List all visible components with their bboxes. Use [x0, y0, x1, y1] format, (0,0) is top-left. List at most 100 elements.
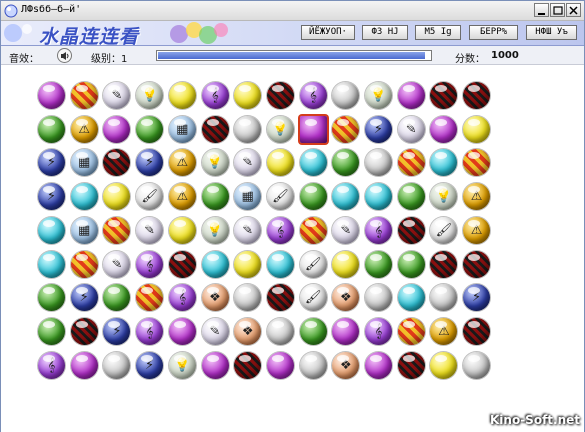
game-tile[interactable] [70, 182, 99, 211]
game-tile[interactable] [233, 81, 262, 110]
game-tile[interactable]: ⚡ [37, 182, 66, 211]
game-tile[interactable]: 🖌 [299, 283, 328, 312]
game-tile[interactable] [429, 148, 458, 177]
game-tile[interactable] [429, 115, 458, 144]
menu-button-5[interactable]: НФШ Уъ [526, 25, 577, 40]
game-tile[interactable]: 𝄞 [299, 81, 328, 110]
game-tile[interactable]: ⚠ [168, 182, 197, 211]
game-tile[interactable]: 𝄞 [201, 81, 230, 110]
game-tile[interactable] [201, 182, 230, 211]
close-button[interactable] [566, 3, 581, 17]
game-tile[interactable] [299, 148, 328, 177]
game-tile[interactable]: 💡 [266, 115, 295, 144]
game-tile[interactable]: 𝄞 [266, 216, 295, 245]
game-tile[interactable] [70, 351, 99, 380]
game-tile[interactable]: ✎ [397, 115, 426, 144]
game-tile[interactable]: ❖ [331, 351, 360, 380]
game-tile[interactable] [397, 216, 426, 245]
game-tile[interactable] [102, 283, 131, 312]
game-tile[interactable] [266, 351, 295, 380]
game-tile[interactable]: ⚠ [70, 115, 99, 144]
game-tile[interactable] [462, 317, 491, 346]
game-tile[interactable]: ✎ [102, 81, 131, 110]
game-tile[interactable]: ⚡ [462, 283, 491, 312]
game-tile[interactable]: 💡 [135, 81, 164, 110]
game-tile[interactable] [102, 182, 131, 211]
game-tile[interactable] [37, 115, 66, 144]
game-tile[interactable]: ✎ [102, 250, 131, 279]
game-tile[interactable] [37, 216, 66, 245]
game-tile[interactable]: ❖ [233, 317, 262, 346]
game-tile[interactable] [331, 81, 360, 110]
maximize-button[interactable] [550, 3, 565, 17]
game-tile[interactable] [70, 250, 99, 279]
game-tile[interactable]: ⚡ [135, 351, 164, 380]
game-tile[interactable]: 𝄞 [364, 216, 393, 245]
game-tile[interactable] [266, 250, 295, 279]
game-tile[interactable] [331, 317, 360, 346]
game-tile[interactable] [201, 250, 230, 279]
game-tile[interactable] [397, 148, 426, 177]
game-tile[interactable] [397, 250, 426, 279]
game-tile[interactable]: 𝄞 [168, 283, 197, 312]
game-tile[interactable] [364, 283, 393, 312]
game-tile[interactable]: ⚡ [70, 283, 99, 312]
game-tile[interactable]: 💡 [364, 81, 393, 110]
game-tile[interactable] [397, 317, 426, 346]
game-tile[interactable] [266, 283, 295, 312]
game-tile[interactable]: ▦ [233, 182, 262, 211]
game-tile[interactable]: ⚠ [462, 182, 491, 211]
game-tile[interactable] [397, 81, 426, 110]
game-tile[interactable] [37, 317, 66, 346]
game-tile[interactable]: ✎ [135, 216, 164, 245]
game-tile[interactable] [364, 250, 393, 279]
game-tile[interactable]: 💡 [429, 182, 458, 211]
game-tile[interactable] [70, 317, 99, 346]
game-tile[interactable] [364, 182, 393, 211]
game-tile[interactable] [135, 283, 164, 312]
game-tile[interactable] [266, 317, 295, 346]
game-tile[interactable]: 🖌 [135, 182, 164, 211]
game-tile[interactable] [102, 216, 131, 245]
game-tile[interactable] [462, 351, 491, 380]
game-tile[interactable]: ▦ [70, 216, 99, 245]
game-tile[interactable] [429, 250, 458, 279]
sound-toggle[interactable] [57, 48, 72, 63]
game-tile[interactable]: ▦ [168, 115, 197, 144]
game-tile[interactable] [37, 250, 66, 279]
game-tile[interactable] [331, 250, 360, 279]
game-tile[interactable] [233, 250, 262, 279]
game-tile[interactable]: ✎ [331, 216, 360, 245]
game-tile[interactable] [331, 182, 360, 211]
game-tile[interactable] [299, 115, 328, 144]
game-tile[interactable] [331, 115, 360, 144]
game-tile[interactable]: ⚡ [102, 317, 131, 346]
game-tile[interactable]: ⚠ [168, 148, 197, 177]
game-tile[interactable] [462, 115, 491, 144]
game-tile[interactable]: ✎ [233, 148, 262, 177]
game-tile[interactable] [397, 283, 426, 312]
game-tile[interactable] [299, 351, 328, 380]
game-tile[interactable] [102, 115, 131, 144]
game-tile[interactable]: ✎ [233, 216, 262, 245]
game-tile[interactable] [233, 351, 262, 380]
menu-button-4[interactable]: БЕРР% [469, 25, 518, 40]
game-tile[interactable] [397, 182, 426, 211]
game-tile[interactable]: ⚠ [429, 317, 458, 346]
game-tile[interactable] [37, 283, 66, 312]
menu-button-3[interactable]: М5 Ig [415, 25, 461, 40]
game-tile[interactable] [168, 216, 197, 245]
game-tile[interactable]: 🖌 [299, 250, 328, 279]
game-tile[interactable] [102, 148, 131, 177]
game-tile[interactable]: ⚡ [37, 148, 66, 177]
game-tile[interactable]: 💡 [168, 351, 197, 380]
game-tile[interactable] [364, 351, 393, 380]
game-tile[interactable]: ❖ [201, 283, 230, 312]
game-tile[interactable]: ❖ [331, 283, 360, 312]
game-tile[interactable]: 💡 [201, 216, 230, 245]
game-tile[interactable] [201, 115, 230, 144]
game-tile[interactable] [168, 317, 197, 346]
game-tile[interactable] [168, 81, 197, 110]
game-tile[interactable] [299, 182, 328, 211]
game-tile[interactable] [429, 283, 458, 312]
